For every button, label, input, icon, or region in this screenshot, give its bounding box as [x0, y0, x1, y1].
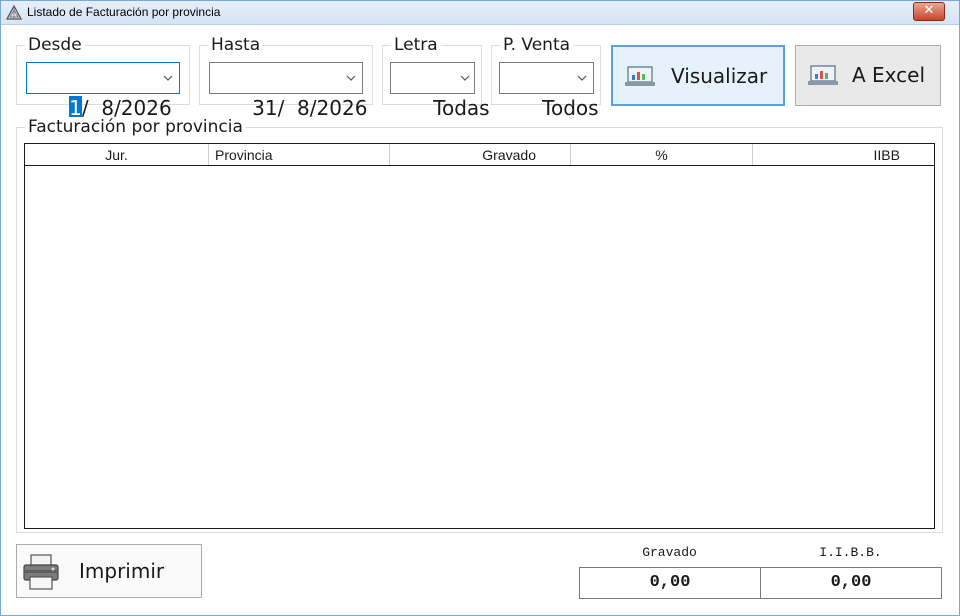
- table-header: Jur. Provincia Gravado % IIBB: [25, 144, 934, 166]
- letra-label: Letra: [391, 35, 441, 55]
- excel-button[interactable]: A Excel: [795, 45, 941, 106]
- chevron-down-icon[interactable]: [460, 74, 470, 82]
- visualizar-button[interactable]: Visualizar: [611, 45, 785, 106]
- chevron-down-icon[interactable]: [577, 74, 587, 82]
- total-gravado-value: 0,00: [579, 567, 761, 599]
- letra-value: Todas: [433, 96, 490, 120]
- hasta-date-picker[interactable]: 31/ 8/2026: [209, 62, 367, 120]
- column-header-jur[interactable]: Jur.: [25, 144, 209, 165]
- desde-group: Desde 1/ 8/2026: [16, 35, 190, 120]
- imprimir-label: Imprimir: [79, 559, 165, 583]
- facturacion-group-label: Facturación por provincia: [25, 117, 246, 137]
- imprimir-button[interactable]: Imprimir: [16, 544, 202, 598]
- chart-report-icon: [808, 65, 838, 85]
- close-icon: ✕: [923, 3, 935, 18]
- column-header-gravado[interactable]: Gravado: [390, 144, 571, 165]
- total-iibb-value: 0,00: [760, 567, 942, 599]
- desde-label: Desde: [25, 35, 85, 55]
- pventa-select[interactable]: Todos: [499, 62, 599, 120]
- excel-label: A Excel: [852, 63, 926, 87]
- chart-report-icon: [625, 66, 655, 86]
- total-iibb-label: I.I.B.B.: [819, 545, 882, 560]
- letra-group: Letra Todas: [382, 35, 490, 120]
- title-bar[interactable]: Listado de Facturación por provincia ✕: [1, 1, 959, 25]
- desde-date-picker[interactable]: 1/ 8/2026: [26, 62, 180, 120]
- letra-select[interactable]: Todas: [390, 62, 490, 120]
- hasta-group: Hasta 31/ 8/2026: [199, 35, 373, 120]
- hasta-label: Hasta: [208, 35, 264, 55]
- printer-icon: [23, 554, 59, 590]
- chevron-down-icon[interactable]: [163, 74, 173, 82]
- report-window: Listado de Facturación por provincia ✕ D…: [0, 0, 960, 616]
- app-triangle-icon: [5, 4, 23, 20]
- column-header-provincia[interactable]: Provincia: [209, 144, 390, 165]
- chevron-down-icon[interactable]: [346, 74, 356, 82]
- pventa-value: Todos: [542, 96, 599, 120]
- column-header-percent[interactable]: %: [571, 144, 753, 165]
- total-gravado-label: Gravado: [642, 545, 697, 560]
- close-button[interactable]: ✕: [913, 2, 945, 21]
- facturacion-table[interactable]: Jur. Provincia Gravado % IIBB: [24, 143, 935, 529]
- window-title: Listado de Facturación por provincia: [27, 5, 221, 19]
- column-header-iibb[interactable]: IIBB: [753, 144, 934, 165]
- hasta-date-value: 31/ 8/2026: [252, 96, 368, 120]
- visualizar-label: Visualizar: [671, 64, 768, 88]
- pventa-group: P. Venta Todos: [491, 35, 601, 120]
- pventa-label: P. Venta: [500, 35, 574, 55]
